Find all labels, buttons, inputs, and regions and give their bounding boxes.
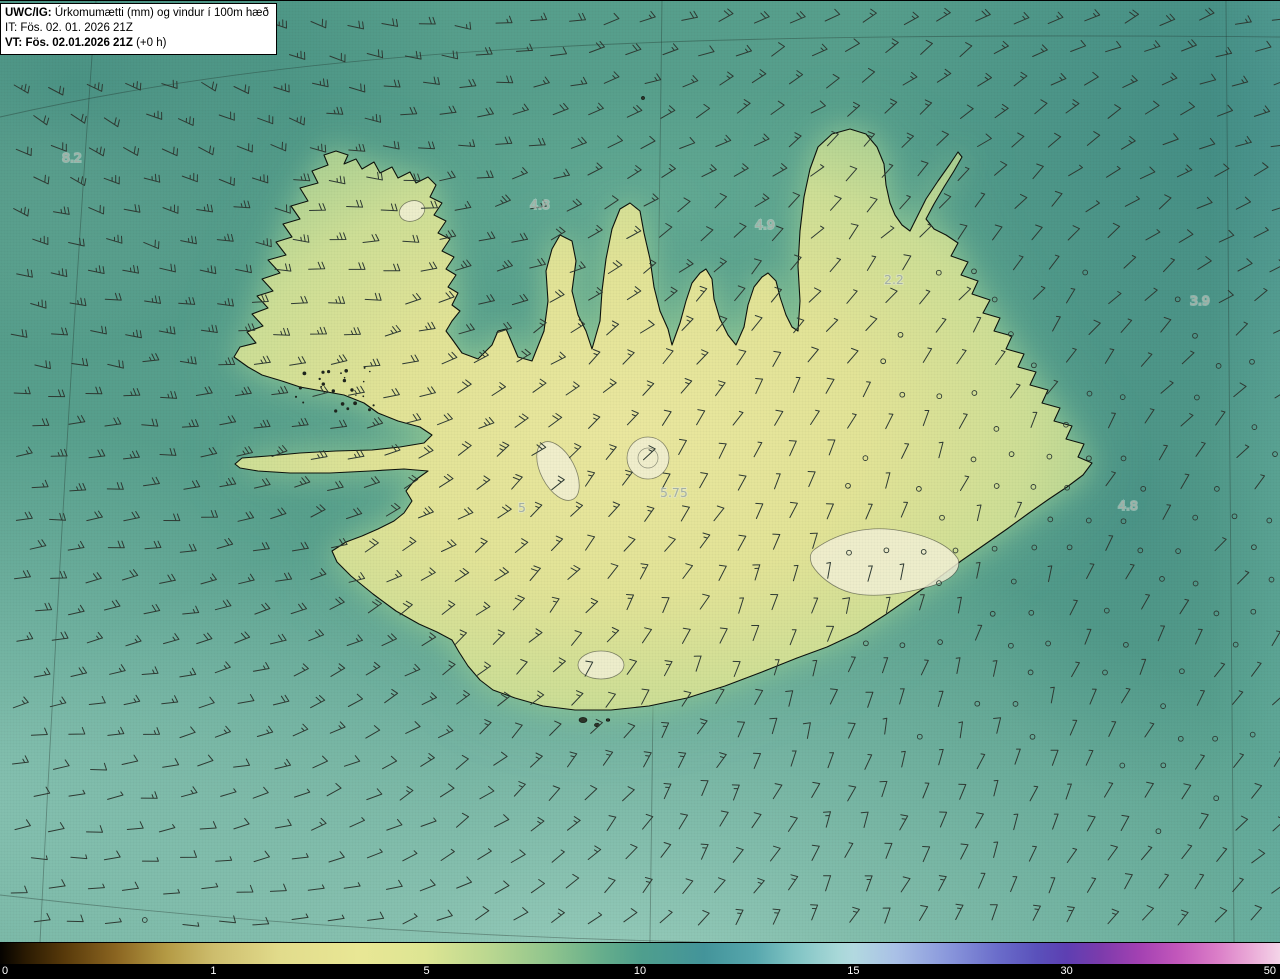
map-area: 8.2 4.8 4.9 2.2 3.9 4.8 5 5.75 UWC/IG: Úrkomumæ…: [0, 1, 1280, 942]
contour-label: 5.75: [660, 485, 688, 500]
colorbar-tick-label: 1: [210, 965, 217, 977]
island-vestmannaeyjar: [578, 717, 588, 723]
contour-label: 2.2: [884, 272, 904, 287]
contour-label: 4.9: [755, 217, 775, 232]
colorbar: 0 1 5 10 15 30 50: [0, 942, 1280, 979]
colorbar-tick-label: 0: [2, 965, 9, 977]
island-vestmannaeyjar: [605, 718, 611, 722]
island-grimsey: [641, 96, 645, 100]
colorbar-gradient: [0, 942, 1280, 964]
iceland-landmass: [233, 128, 1093, 711]
colorbar-tick-label: 15: [847, 965, 860, 977]
contour-label: 8.2: [62, 150, 82, 165]
product-id: UWC/IG:: [5, 7, 52, 19]
colorbar-tick-label: 50: [1263, 965, 1276, 977]
weather-map-page: 8.2 4.8 4.9 2.2 3.9 4.8 5 5.75 UWC/IG: Úrkomumæ…: [0, 0, 1280, 979]
valid-time: VT: Fös. 02.01.2026 21Z: [5, 37, 133, 49]
init-time: IT: Fös. 02. 01. 2026 21Z: [5, 22, 133, 34]
colorbar-tick-label: 10: [633, 965, 647, 977]
map-title: Úrkomumætti (mm) og vindur í 100m hæð: [54, 7, 269, 19]
title-box: UWC/IG: Úrkomumætti (mm) og vindur í 100…: [0, 3, 277, 55]
contour-label: 3.9: [1190, 293, 1210, 308]
contour-label: 4.8: [1118, 498, 1138, 513]
title-line: UWC/IG: Úrkomumætti (mm) og vindur í 100…: [5, 6, 269, 21]
glacier-myrdalsjokull: [577, 650, 625, 680]
valid-offset: (+0 h): [136, 37, 167, 49]
map-overlay-svg: 8.2 4.8 4.9 2.2 3.9 4.8 5 5.75: [0, 1, 1280, 942]
colorbar-tick-label: 30: [1060, 965, 1073, 977]
contour-label: 5: [518, 500, 526, 515]
valid-time-line: VT: Fös. 02.01.2026 21Z (+0 h): [5, 36, 269, 51]
colorbar-labels: 0 1 5 10 15 30 50: [0, 964, 1280, 979]
colorbar-tick-label: 5: [423, 965, 430, 977]
contour-label: 4.8: [530, 197, 550, 212]
